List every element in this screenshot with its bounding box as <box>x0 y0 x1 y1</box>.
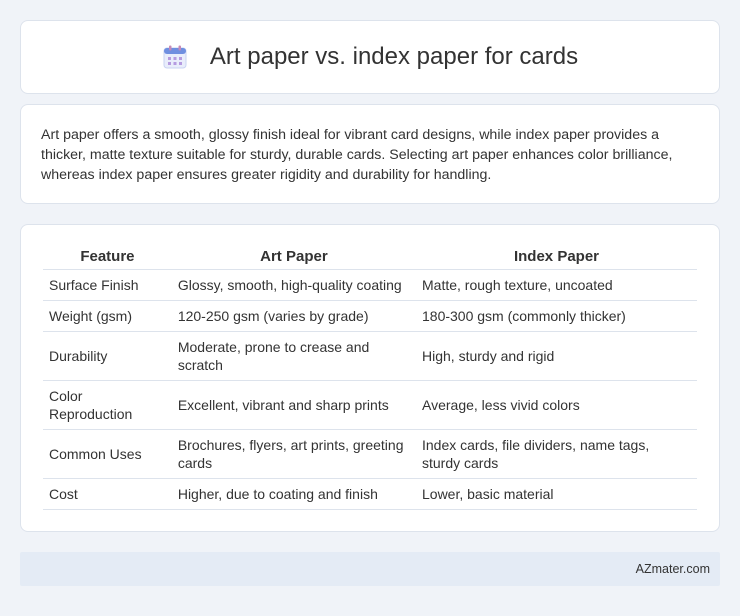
table-row: Color Reproduction Excellent, vibrant an… <box>43 380 697 430</box>
table-row: Weight (gsm) 120-250 gsm (varies by grad… <box>43 300 697 332</box>
footer-brand: AZmater.com <box>635 562 710 576</box>
feature-cell: Common Uses <box>43 429 172 479</box>
comparison-table: Feature Art Paper Index Paper Surface Fi… <box>43 245 697 510</box>
table-row: Common Uses Brochures, flyers, art print… <box>43 429 697 479</box>
calendar-icon <box>162 44 188 70</box>
table-row: Durability Moderate, prone to crease and… <box>43 331 697 381</box>
index-paper-cell: High, sturdy and rigid <box>416 331 697 381</box>
title-card: Art paper vs. index paper for cards <box>20 20 720 94</box>
comparison-card: Feature Art Paper Index Paper Surface Fi… <box>20 224 720 532</box>
index-paper-cell: Average, less vivid colors <box>416 380 697 430</box>
intro-card: Art paper offers a smooth, glossy finish… <box>20 104 720 204</box>
art-paper-cell: 120-250 gsm (varies by grade) <box>171 300 416 332</box>
index-paper-cell: 180-300 gsm (commonly thicker) <box>416 300 697 332</box>
table-header-row: Feature Art Paper Index Paper <box>43 245 697 270</box>
footer-bar: AZmater.com <box>20 552 720 586</box>
intro-text: Art paper offers a smooth, glossy finish… <box>41 127 673 183</box>
art-paper-cell: Higher, due to coating and finish <box>171 478 416 510</box>
index-paper-cell: Matte, rough texture, uncoated <box>416 269 697 301</box>
header-art-paper: Art Paper <box>171 245 416 270</box>
index-paper-cell: Index cards, file dividers, name tags, s… <box>416 429 697 479</box>
table-row: Cost Higher, due to coating and finish L… <box>43 478 697 510</box>
table-row: Surface Finish Glossy, smooth, high-qual… <box>43 269 697 301</box>
feature-cell: Cost <box>43 478 172 510</box>
header-index-paper: Index Paper <box>416 245 697 270</box>
page-title: Art paper vs. index paper for cards <box>209 43 579 70</box>
art-paper-cell: Moderate, prone to crease and scratch <box>171 331 416 381</box>
header-feature: Feature <box>43 245 172 270</box>
feature-cell: Color Reproduction <box>43 380 172 430</box>
art-paper-cell: Excellent, vibrant and sharp prints <box>171 380 416 430</box>
art-paper-cell: Brochures, flyers, art prints, greeting … <box>171 429 416 479</box>
art-paper-cell: Glossy, smooth, high-quality coating <box>171 269 416 301</box>
index-paper-cell: Lower, basic material <box>416 478 697 510</box>
feature-cell: Weight (gsm) <box>43 300 172 332</box>
feature-cell: Durability <box>43 331 172 381</box>
feature-cell: Surface Finish <box>43 269 172 301</box>
